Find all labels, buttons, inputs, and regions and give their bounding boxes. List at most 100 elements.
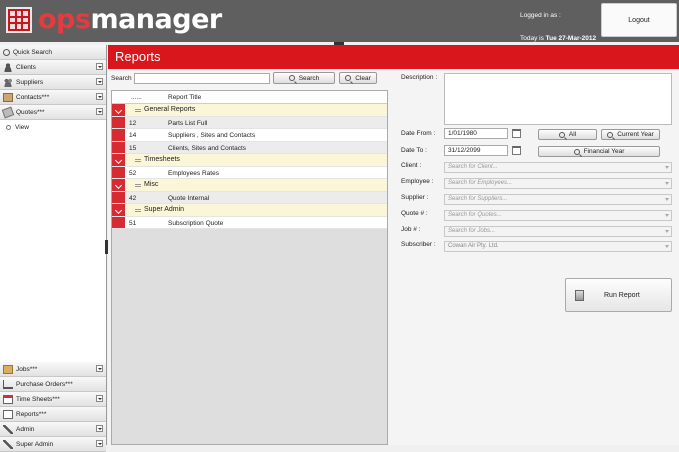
- search-icon: [558, 131, 565, 138]
- sidebar-item-suppliers[interactable]: Suppliers: [0, 75, 106, 90]
- sidebar-item-reports[interactable]: Reports***: [0, 407, 106, 422]
- date-from-label: Date From :: [401, 130, 436, 137]
- sidebar-item-label: Quick Search: [13, 48, 53, 56]
- chevron-down-icon[interactable]: [96, 440, 103, 447]
- run-report-button[interactable]: Run Report: [565, 278, 672, 312]
- table-row[interactable]: 12 Parts List Full: [112, 116, 387, 129]
- wrench-icon: [3, 424, 13, 434]
- report-title: Employees Rates: [168, 169, 219, 177]
- chevron-down-icon[interactable]: [96, 365, 103, 372]
- sidebar-subitem-label: View: [15, 123, 29, 131]
- logout-button[interactable]: Logout: [601, 3, 677, 37]
- search-input[interactable]: [134, 73, 270, 84]
- sidebar-subitem-view[interactable]: View: [0, 120, 106, 134]
- all-dates-button[interactable]: All: [538, 129, 597, 140]
- cart-icon: [3, 379, 13, 389]
- table-row[interactable]: 42 Quote Internal: [112, 191, 387, 204]
- document-icon: [3, 409, 13, 419]
- sidebar-item-label: Contacts***: [16, 93, 50, 101]
- sidebar-item-time-sheets[interactable]: Time Sheets***: [0, 392, 106, 407]
- chevron-down-icon: [665, 166, 669, 169]
- chevron-down-icon[interactable]: [96, 425, 103, 432]
- date-to-label: Date To :: [401, 147, 427, 154]
- date-from-input[interactable]: 1/01/1980: [444, 128, 508, 139]
- sidebar-item-contacts[interactable]: Contacts***: [0, 90, 106, 105]
- sidebar-item-label: Jobs***: [16, 365, 38, 373]
- group-marker: [112, 166, 125, 178]
- report-id: 15: [129, 144, 137, 152]
- report-title: Clients, Sites and Contacts: [168, 144, 247, 152]
- report-tree: ...... Report Title General Reports 12 Par…: [111, 90, 388, 445]
- sidebar-item-jobs[interactable]: Jobs***: [0, 362, 106, 377]
- subscriber-combo[interactable]: Cowan Air Pty. Ltd.: [444, 241, 672, 252]
- sidebar-item-quick-search[interactable]: Quick Search: [0, 45, 106, 60]
- report-id: 14: [129, 132, 137, 139]
- table-row[interactable]: 51 Subscription Quote: [112, 216, 387, 229]
- report-id: 12: [129, 119, 137, 127]
- tag-icon: [1, 106, 15, 118]
- chevron-down-icon[interactable]: [96, 63, 103, 70]
- drag-handle-icon: [135, 209, 141, 212]
- description-field[interactable]: [444, 73, 672, 125]
- search-button[interactable]: Search: [273, 72, 335, 84]
- chevron-down-icon[interactable]: [96, 395, 103, 402]
- group-icon: [3, 77, 13, 87]
- folder-icon: [3, 364, 13, 374]
- calendar-icon: [3, 394, 13, 404]
- report-icon: [575, 290, 584, 301]
- app-logo: opsmanager: [38, 4, 222, 35]
- chevron-down-icon[interactable]: [96, 93, 103, 100]
- report-id: 51: [129, 219, 137, 227]
- sidebar-item-label: Reports***: [16, 410, 47, 418]
- sidebar-item-clients[interactable]: Clients: [0, 60, 106, 75]
- sidebar-item-quotes[interactable]: Quotes***: [0, 105, 106, 120]
- tree-header: ...... Report Title: [112, 91, 387, 104]
- date-to-input[interactable]: 31/12/2099: [444, 145, 508, 156]
- top-bar: opsmanager Logged in as : Today is Tue 2…: [0, 0, 679, 42]
- chevron-down-icon: [665, 245, 669, 248]
- tree-group-timesheets[interactable]: Timesheets: [112, 154, 387, 167]
- report-id: 42: [129, 194, 137, 202]
- search-icon: [288, 75, 295, 81]
- report-title: Subscription Quote: [168, 219, 224, 227]
- sidebar-item-label: Admin: [16, 425, 35, 433]
- chevron-down-icon[interactable]: [96, 78, 103, 85]
- current-year-button[interactable]: Current Year: [601, 129, 660, 140]
- tree-group-super-admin[interactable]: Super Admin: [112, 204, 387, 217]
- table-row[interactable]: 52 Employees Rates: [112, 166, 387, 179]
- report-title: Quote Internal: [168, 194, 210, 202]
- tree-col-dots: ......: [131, 94, 142, 101]
- calendar-icon[interactable]: [512, 129, 521, 138]
- sidebar: Quick Search Clients Suppliers Contacts*** Q…: [0, 45, 107, 452]
- group-marker: [112, 191, 125, 203]
- tree-group-general-reports[interactable]: General Reports: [112, 104, 387, 117]
- supplier-label: Supplier :: [401, 194, 429, 201]
- report-title: Parts List Full: [168, 119, 208, 127]
- sidebar-item-purchase-orders[interactable]: Purchase Orders***: [0, 377, 106, 392]
- chevron-down-icon[interactable]: [96, 108, 103, 115]
- tree-group-misc[interactable]: Misc: [112, 179, 387, 192]
- group-marker: [112, 129, 125, 141]
- group-marker: [112, 141, 125, 153]
- contacts-icon: [3, 92, 13, 102]
- client-label: Client :: [401, 162, 422, 169]
- subscriber-label: Subscriber :: [401, 241, 436, 248]
- sidebar-item-admin[interactable]: Admin: [0, 422, 106, 437]
- calendar-icon[interactable]: [512, 146, 521, 155]
- user-info: Logged in as : Today is Tue 27-Mar-2012: [520, 4, 596, 50]
- job-combo[interactable]: Search for Jobs...: [444, 226, 672, 237]
- table-row[interactable]: 14 Suppliers , Sites and Contacts: [112, 129, 387, 142]
- client-combo[interactable]: Search for Client...: [444, 162, 672, 173]
- supplier-combo[interactable]: Search for Suppliers...: [444, 194, 672, 205]
- drag-handle-icon: [135, 159, 141, 162]
- financial-year-button[interactable]: Financial Year: [538, 146, 660, 157]
- quote-combo[interactable]: Search for Quotes...: [444, 210, 672, 221]
- employee-combo[interactable]: Search for Employees...: [444, 178, 672, 189]
- drag-handle-icon: [135, 109, 141, 112]
- sidebar-item-label: Purchase Orders***: [16, 380, 73, 388]
- chevron-down-icon: [665, 182, 669, 185]
- table-row[interactable]: 15 Clients, Sites and Contacts: [112, 141, 387, 154]
- tree-col-title: Report Title: [168, 94, 202, 101]
- wrench-icon: [3, 439, 13, 449]
- clear-button[interactable]: Clear: [339, 72, 377, 84]
